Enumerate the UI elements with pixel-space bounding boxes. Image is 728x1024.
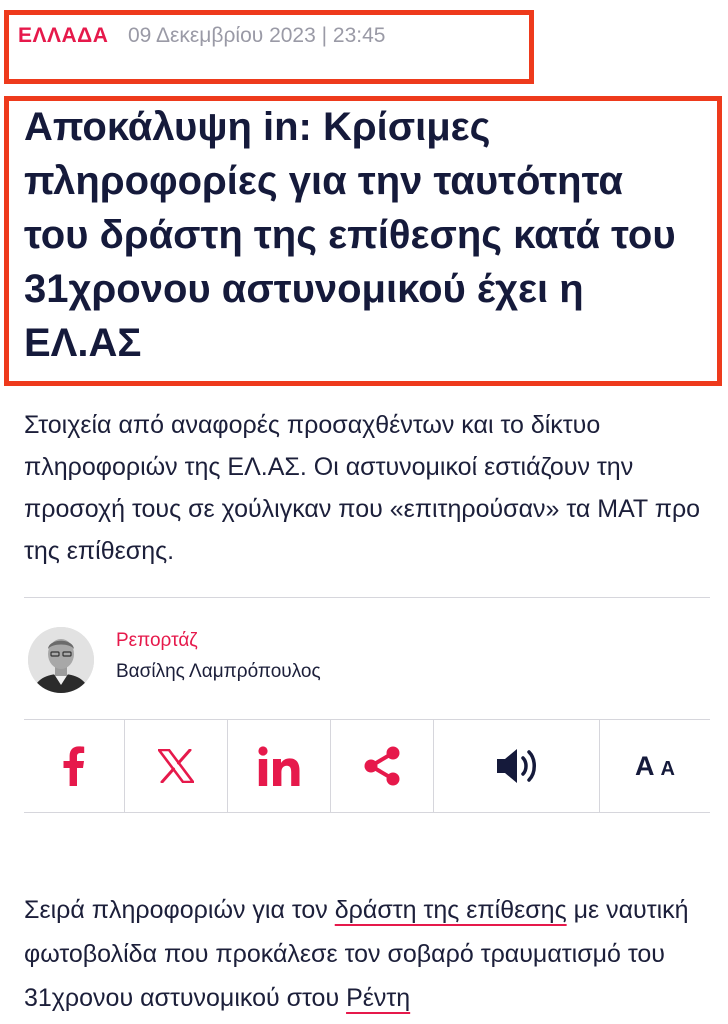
body-text-1: Σειρά πληροφοριών για τον	[24, 896, 335, 924]
speaker-icon	[496, 749, 536, 783]
share-button[interactable]	[331, 720, 434, 812]
font-size-button[interactable]: A A	[600, 720, 710, 812]
x-share-button[interactable]	[125, 720, 228, 812]
section-label[interactable]: Ρεπορτάζ	[116, 630, 198, 652]
category-link[interactable]: ΕΛΛΑΔΑ	[18, 24, 108, 48]
publish-date: 09 Δεκεμβρίου 2023 | 23:45	[128, 24, 386, 47]
x-icon	[158, 749, 194, 783]
article-lead: Στοιχεία από αναφορές προσαχθέντων και τ…	[24, 411, 701, 565]
author-name[interactable]: Βασίλης Λαμπρόπουλος	[116, 661, 321, 683]
share-icon	[364, 746, 400, 786]
author-avatar[interactable]	[28, 627, 94, 693]
article-body-paragraph: Σειρά πληροφοριών για τον δράστη της επί…	[24, 888, 714, 1020]
font-size-large: A	[635, 750, 655, 781]
share-toolbar: A A	[22, 720, 710, 812]
article-headline: Αποκάλυψη in: Κρίσιμες πληροφορίες για τ…	[24, 105, 676, 365]
link-rentis[interactable]: Ρέντη	[346, 984, 410, 1012]
author-photo	[28, 627, 94, 693]
listen-button[interactable]	[434, 720, 600, 812]
font-size-small: A	[660, 757, 675, 780]
facebook-icon	[63, 746, 85, 786]
linkedin-icon	[258, 746, 300, 786]
link-perpetrator[interactable]: δράστη της επίθεσης	[335, 896, 567, 924]
linkedin-share-button[interactable]	[228, 720, 331, 812]
share-bar-bottom-border	[24, 812, 710, 813]
facebook-share-button[interactable]	[22, 720, 125, 812]
divider	[24, 597, 710, 598]
